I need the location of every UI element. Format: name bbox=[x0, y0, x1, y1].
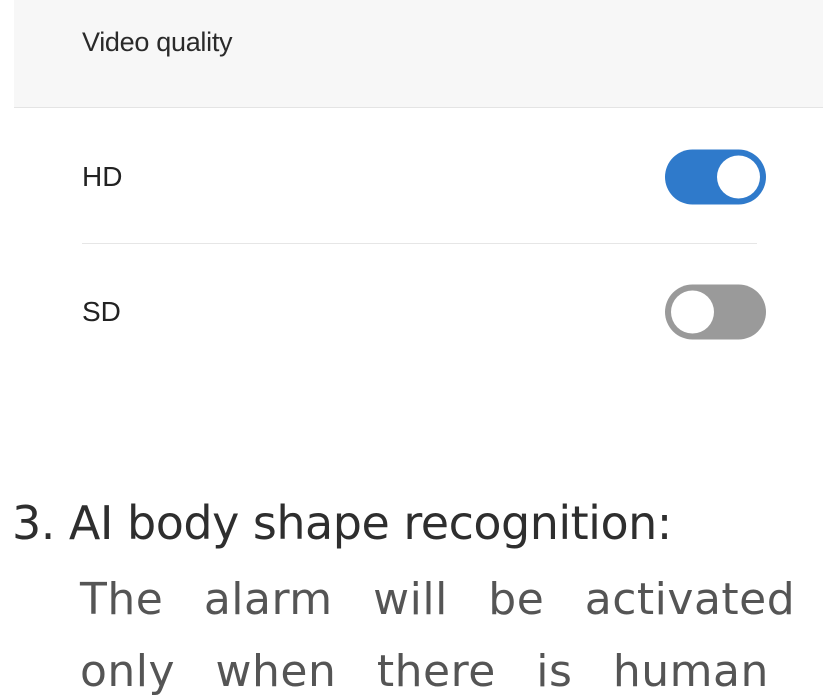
option-row-sd: SD bbox=[14, 244, 823, 379]
option-row-hd: HD bbox=[14, 109, 823, 244]
heading-number: 3. bbox=[12, 496, 55, 550]
instruction-text-line-2: only when there is human bbox=[80, 646, 769, 697]
video-quality-header: Video quality bbox=[14, 0, 823, 108]
option-label-hd: HD bbox=[82, 160, 123, 192]
video-quality-title: Video quality bbox=[82, 27, 233, 57]
option-label-sd: SD bbox=[82, 295, 121, 327]
sd-toggle[interactable] bbox=[665, 284, 766, 339]
ai-recognition-heading: 3. AI body shape recognition: bbox=[12, 496, 672, 550]
heading-text: AI body shape recognition: bbox=[68, 496, 672, 550]
hd-toggle[interactable] bbox=[665, 149, 766, 204]
toggle-knob bbox=[671, 290, 714, 333]
instruction-text-line-1: The alarm will be activated bbox=[80, 574, 796, 625]
toggle-knob bbox=[717, 155, 760, 198]
